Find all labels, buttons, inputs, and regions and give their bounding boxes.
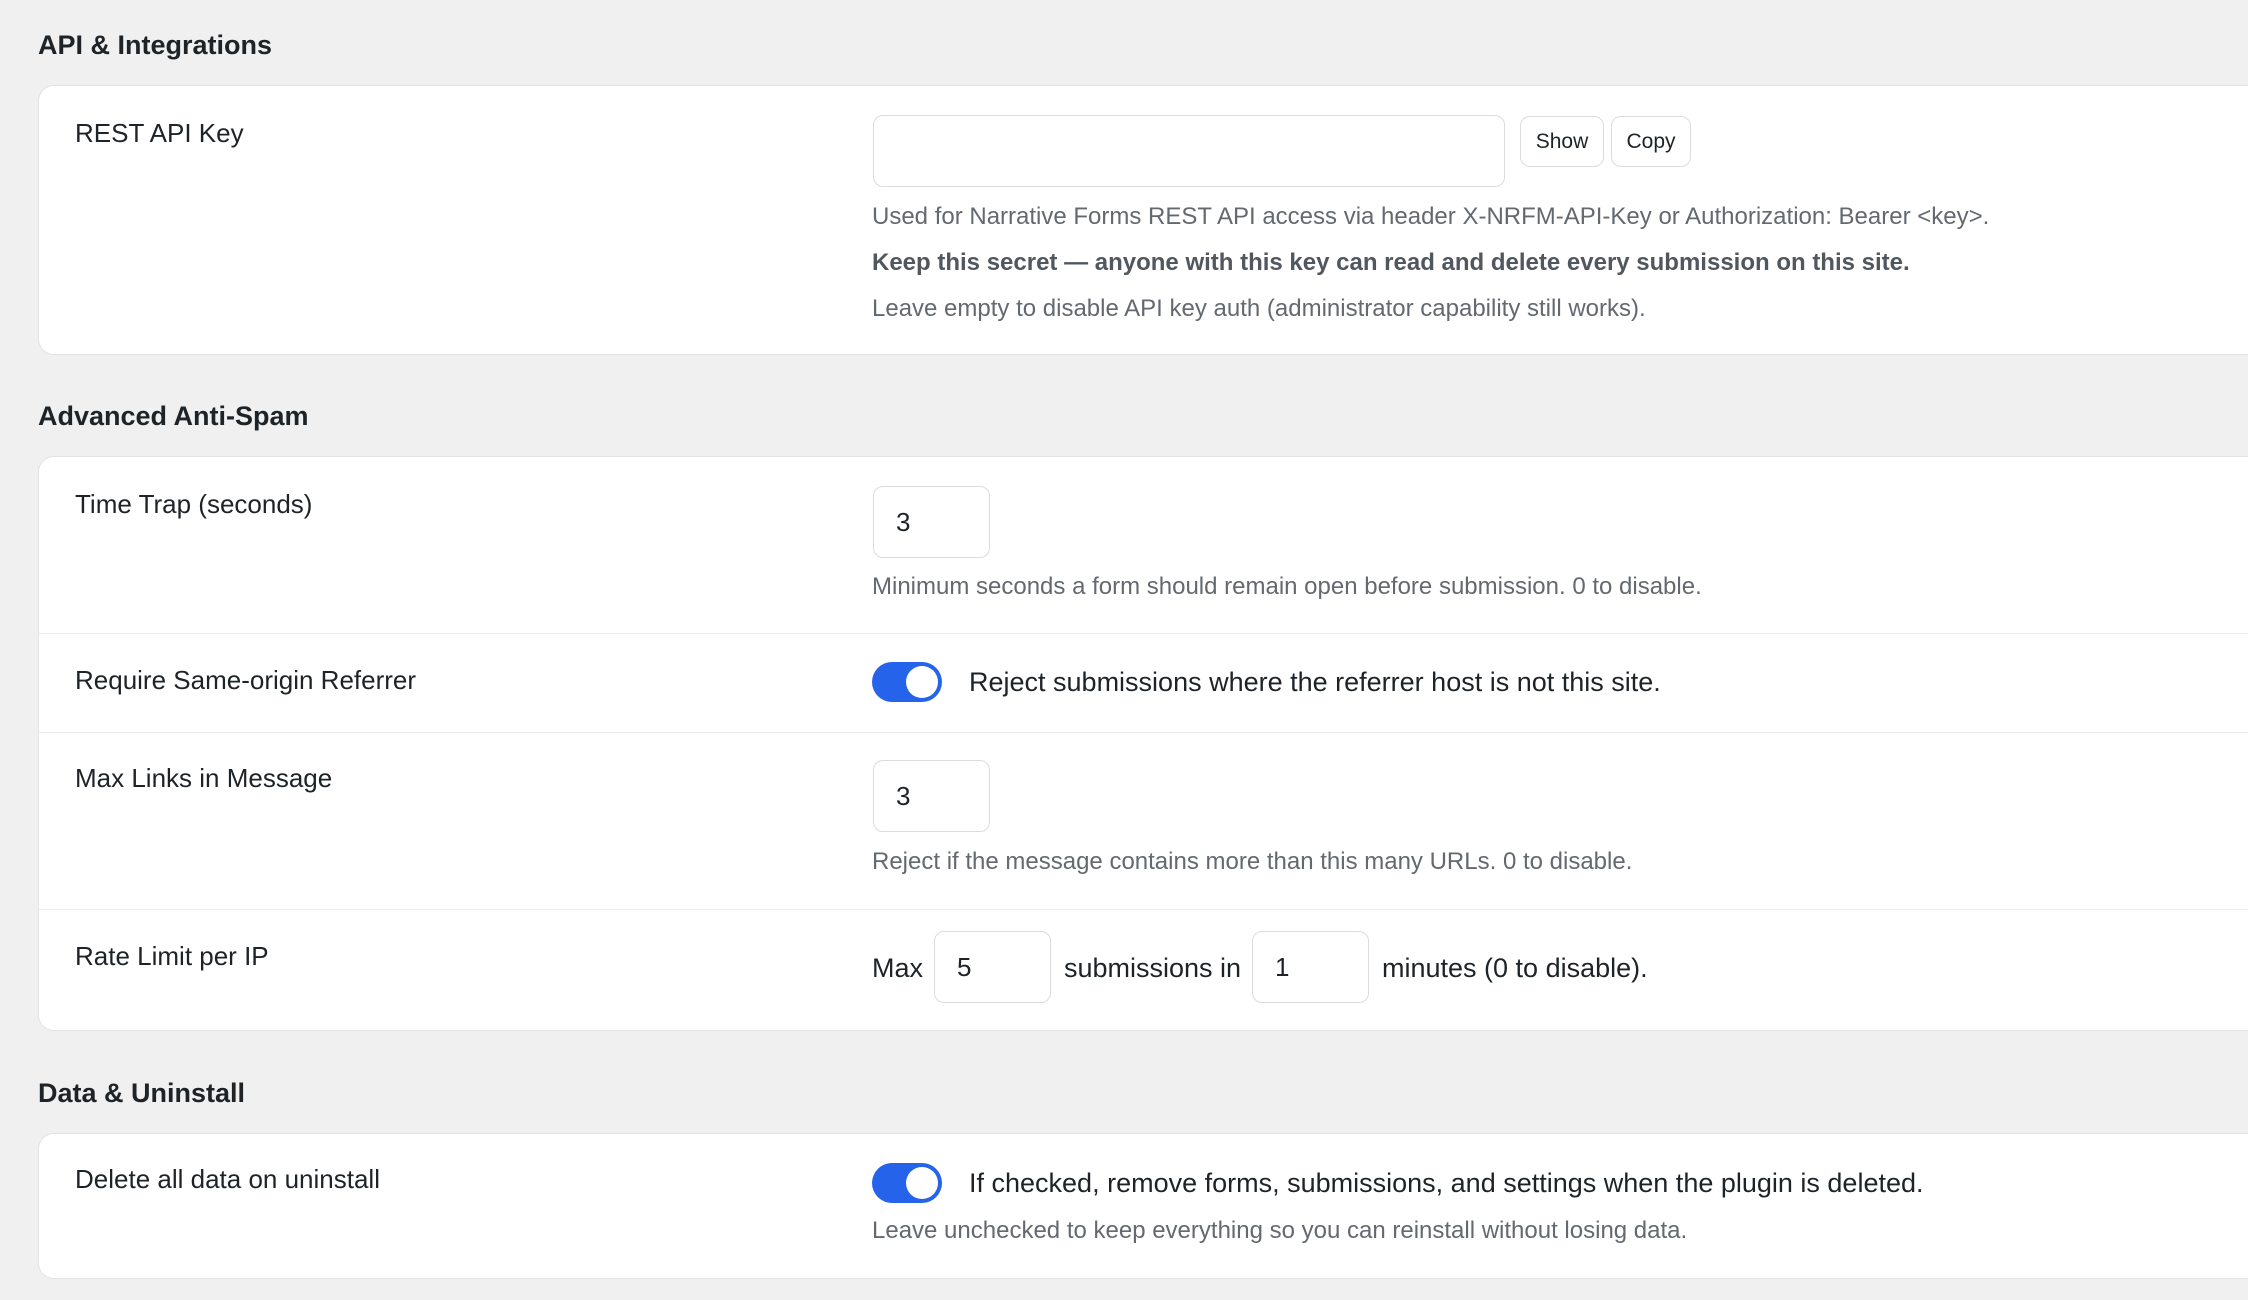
rate-limit-minutes-input[interactable]: [1252, 931, 1369, 1003]
copy-key-button[interactable]: Copy: [1611, 116, 1691, 167]
row-divider: [39, 633, 2248, 634]
time-trap-label: Time Trap (seconds): [75, 489, 313, 519]
section-title-api: API & Integrations: [38, 30, 273, 60]
rate-limit-suffix: minutes (0 to disable).: [1382, 953, 1648, 983]
row-divider: [39, 909, 2248, 910]
rate-limit-label: Rate Limit per IP: [75, 941, 269, 971]
max-links-label: Max Links in Message: [75, 763, 333, 793]
delete-data-toggle[interactable]: [872, 1163, 942, 1203]
same-origin-label: Require Same-origin Referrer: [75, 665, 417, 695]
antispam-card: Time Trap (seconds) Minimum seconds a fo…: [38, 456, 2248, 1031]
rate-limit-middle: submissions in: [1064, 953, 1242, 983]
section-title-antispam: Advanced Anti-Spam: [38, 401, 309, 431]
max-links-input[interactable]: [873, 760, 990, 832]
section-title-data: Data & Uninstall: [38, 1078, 246, 1108]
delete-data-help: Leave unchecked to keep everything so yo…: [872, 1217, 1688, 1244]
rate-limit-submissions-input[interactable]: [934, 931, 1051, 1003]
delete-data-label: Delete all data on uninstall: [75, 1164, 380, 1194]
data-card: Delete all data on uninstall If checked,…: [38, 1133, 2248, 1279]
time-trap-input[interactable]: [873, 486, 990, 558]
time-trap-help: Minimum seconds a form should remain ope…: [872, 573, 1702, 600]
rest-api-key-help: Used for Narrative Forms REST API access…: [872, 203, 1990, 230]
same-origin-toggle[interactable]: [872, 662, 942, 702]
same-origin-text: Reject submissions where the referrer ho…: [969, 667, 1661, 697]
rest-api-key-label: REST API Key: [75, 118, 244, 148]
api-card: REST API Key Show Copy Used for Narrativ…: [38, 85, 2248, 355]
max-links-help: Reject if the message contains more than…: [872, 848, 1633, 875]
row-divider: [39, 732, 2248, 733]
delete-data-text: If checked, remove forms, submissions, a…: [969, 1168, 1924, 1198]
rest-api-key-input[interactable]: [873, 115, 1505, 187]
toggle-knob: [906, 666, 938, 698]
toggle-knob: [906, 1167, 938, 1199]
rest-api-key-empty-note: Leave empty to disable API key auth (adm…: [872, 295, 1646, 322]
rest-api-key-warning: Keep this secret — anyone with this key …: [872, 249, 1910, 276]
show-key-button[interactable]: Show: [1520, 116, 1604, 167]
rate-limit-prefix: Max: [872, 953, 924, 983]
